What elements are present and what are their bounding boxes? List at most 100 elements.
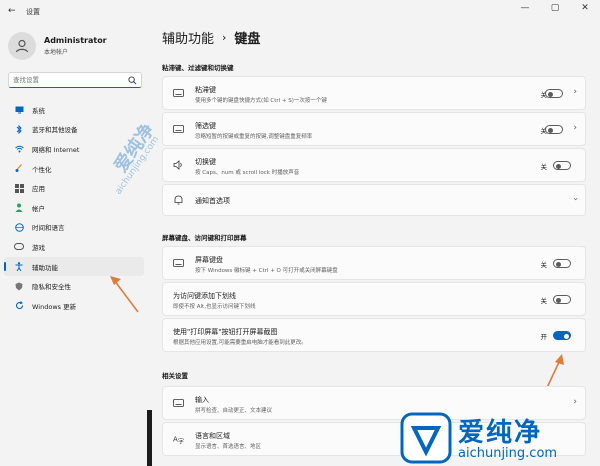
- back-arrow-icon[interactable]: ←: [8, 6, 16, 16]
- sidebar-item-label: 时间和语言: [32, 224, 65, 233]
- gamepad-icon: [14, 242, 24, 252]
- filter-keys-toggle[interactable]: [545, 125, 563, 134]
- settings-window: ← 设置 — ▢ ✕ Administrator 本地帐户 查找设置 系统 蓝牙…: [0, 0, 600, 466]
- watermark-logo: 爱纯净 aichunjing.com: [400, 408, 600, 466]
- filter-keys-desc: 忽略短暂的按键或重复的按键,调整键盘重复频率: [195, 134, 313, 140]
- sidebar-item-label: 帐户: [32, 204, 45, 213]
- watermark-logo-url: aichunjing.com: [458, 446, 558, 461]
- svg-text:字: 字: [178, 438, 184, 445]
- notifications-card[interactable]: 通知首选项 ›: [162, 184, 586, 216]
- title-bar: ← 设置 — ▢ ✕: [0, 0, 600, 24]
- language-desc: 显示语言、首选语言、地区: [195, 444, 262, 450]
- onscreen-keyboard-desc: 按下 Windows 徽标键 + Ctrl + O 可打开或关闭屏幕键盘: [195, 268, 338, 274]
- sidebar-item-label: 蓝牙和其他设备: [32, 126, 78, 135]
- search-input[interactable]: [13, 76, 123, 84]
- keyboard-icon: [173, 259, 184, 267]
- toggle-keys-card[interactable]: 切换键 按 Caps、num 或 scroll lock 时播放声音 关: [162, 148, 586, 182]
- bluetooth-icon: [14, 124, 24, 134]
- chevron-right-icon: ›: [573, 123, 577, 133]
- close-button[interactable]: ✕: [576, 3, 594, 13]
- globe-icon: [14, 222, 24, 232]
- chevron-right-icon: ›: [573, 397, 577, 407]
- chevron-right-icon: ›: [222, 31, 227, 44]
- annotation-arrow-sidebar: [110, 276, 139, 313]
- sidebar-item-label: 应用: [32, 185, 45, 194]
- onscreen-keyboard-card[interactable]: 屏幕键盘 按下 Windows 徽标键 + Ctrl + O 可打开或关闭屏幕键…: [162, 246, 586, 280]
- toggle-keys-state: 关: [540, 163, 548, 171]
- monitor-icon: [14, 105, 24, 115]
- wifi-icon: [14, 144, 24, 154]
- avatar: [8, 32, 36, 60]
- sidebar-item-label: 辅助功能: [32, 263, 58, 272]
- sticky-keys-title: 粘滞键: [195, 86, 216, 94]
- main-content: 辅助功能 › 键盘 粘滞键、过滤键和切换键 粘滞键 使用多个键的键盘快捷方式(如…: [150, 24, 600, 466]
- sidebar-item-system[interactable]: 系统: [4, 100, 144, 120]
- chevron-down-icon[interactable]: ›: [570, 197, 580, 201]
- keyboard-icon: [173, 125, 184, 133]
- keyboard-icon: [173, 399, 184, 407]
- section-title-sticky: 粘滞键、过滤键和切换键: [162, 64, 234, 72]
- onscreen-keyboard-state: 关: [540, 261, 548, 269]
- underline-access-card[interactable]: 为访问键添加下划线 即使不按 Alt,也显示访问键下划线 关: [162, 282, 586, 316]
- sidebar: Administrator 本地帐户 系统 蓝牙和其他设备 网络和 Inte: [0, 24, 161, 466]
- sidebar-item-accounts[interactable]: 帐户: [4, 198, 144, 218]
- sidebar-item-label: Windows 更新: [32, 302, 77, 311]
- onscreen-keyboard-title: 屏幕键盘: [195, 256, 223, 264]
- sidebar-item-label: 游戏: [32, 243, 45, 252]
- filter-keys-title: 筛选键: [195, 122, 216, 130]
- print-screen-title: 使用"打印屏幕"按钮打开屏幕截图: [173, 328, 278, 336]
- breadcrumb-parent[interactable]: 辅助功能: [162, 28, 214, 47]
- sidebar-item-bluetooth[interactable]: 蓝牙和其他设备: [4, 120, 144, 140]
- apps-icon: [14, 183, 24, 193]
- print-screen-card[interactable]: 使用"打印屏幕"按钮打开屏幕截图 根据其他应用设置,可能需要重启电脑才能看到此更…: [162, 318, 586, 352]
- keyboard-icon: [173, 89, 184, 97]
- underline-access-title: 为访问键添加下划线: [173, 292, 236, 300]
- maximize-button[interactable]: ▢: [546, 3, 564, 13]
- onscreen-keyboard-toggle[interactable]: [553, 259, 571, 268]
- taskbar-edge: [147, 410, 152, 466]
- sidebar-item-label: 网络和 Internet: [32, 145, 80, 154]
- filter-keys-card[interactable]: 筛选键 忽略短暂的按键或重复的按键,调整键盘重复频率 关 ›: [162, 112, 586, 146]
- language-title: 语言和区域: [195, 432, 230, 440]
- input-title: 输入: [195, 396, 209, 404]
- input-desc: 拼写检查、自动更正、文本建议: [195, 408, 273, 414]
- underline-access-toggle[interactable]: [553, 295, 571, 304]
- minimize-button[interactable]: —: [516, 3, 534, 13]
- sidebar-item-label: 个性化: [32, 165, 52, 174]
- toggle-keys-toggle[interactable]: [553, 161, 571, 170]
- print-screen-toggle[interactable]: [553, 331, 571, 340]
- page-title: 键盘: [234, 32, 261, 47]
- language-icon: A字: [173, 436, 184, 445]
- section-title-related: 相关设置: [162, 372, 188, 380]
- sidebar-item-gaming[interactable]: 游戏: [4, 237, 144, 257]
- search-icon[interactable]: [128, 76, 137, 85]
- sidebar-item-label: 隐私和安全性: [32, 283, 71, 292]
- section-title-screen-keyboard: 屏幕键盘、访问键和打印屏幕: [162, 234, 247, 242]
- user-profile[interactable]: Administrator 本地帐户: [8, 32, 107, 60]
- bell-icon: [174, 195, 183, 205]
- sidebar-item-time-language[interactable]: 时间和语言: [4, 218, 144, 238]
- toggle-keys-title: 切换键: [195, 158, 216, 166]
- accessibility-icon: [14, 262, 24, 272]
- window-controls: — ▢ ✕: [516, 3, 594, 13]
- watermark-emblem-icon: [400, 412, 452, 464]
- person-icon: [14, 203, 24, 213]
- sticky-keys-card[interactable]: 粘滞键 使用多个键的键盘快捷方式(如 Ctrl + S)一次按一个键 关 ›: [162, 76, 586, 110]
- toggle-keys-desc: 按 Caps、num 或 scroll lock 时播放声音: [195, 170, 300, 176]
- profile-subtitle: 本地帐户: [44, 49, 69, 56]
- sticky-keys-desc: 使用多个键的键盘快捷方式(如 Ctrl + S)一次按一个键: [195, 98, 327, 104]
- sidebar-item-label: 系统: [32, 106, 45, 115]
- app-title: 设置: [26, 8, 40, 16]
- profile-name: Administrator: [44, 36, 107, 45]
- underline-access-state: 关: [540, 297, 548, 305]
- underline-access-desc: 即使不按 Alt,也显示访问键下划线: [173, 304, 256, 310]
- print-screen-state: 开: [540, 333, 548, 341]
- shield-icon: [14, 281, 24, 291]
- sticky-keys-toggle[interactable]: [545, 89, 563, 98]
- brush-icon: [14, 164, 24, 174]
- print-screen-desc: 根据其他应用设置,可能需要重启电脑才能看到此更改。: [173, 340, 307, 346]
- search-box[interactable]: [8, 72, 142, 88]
- breadcrumb: 辅助功能 › 键盘: [162, 28, 260, 47]
- chevron-right-icon: ›: [573, 87, 577, 97]
- watermark-logo-text: 爱纯净: [458, 418, 543, 448]
